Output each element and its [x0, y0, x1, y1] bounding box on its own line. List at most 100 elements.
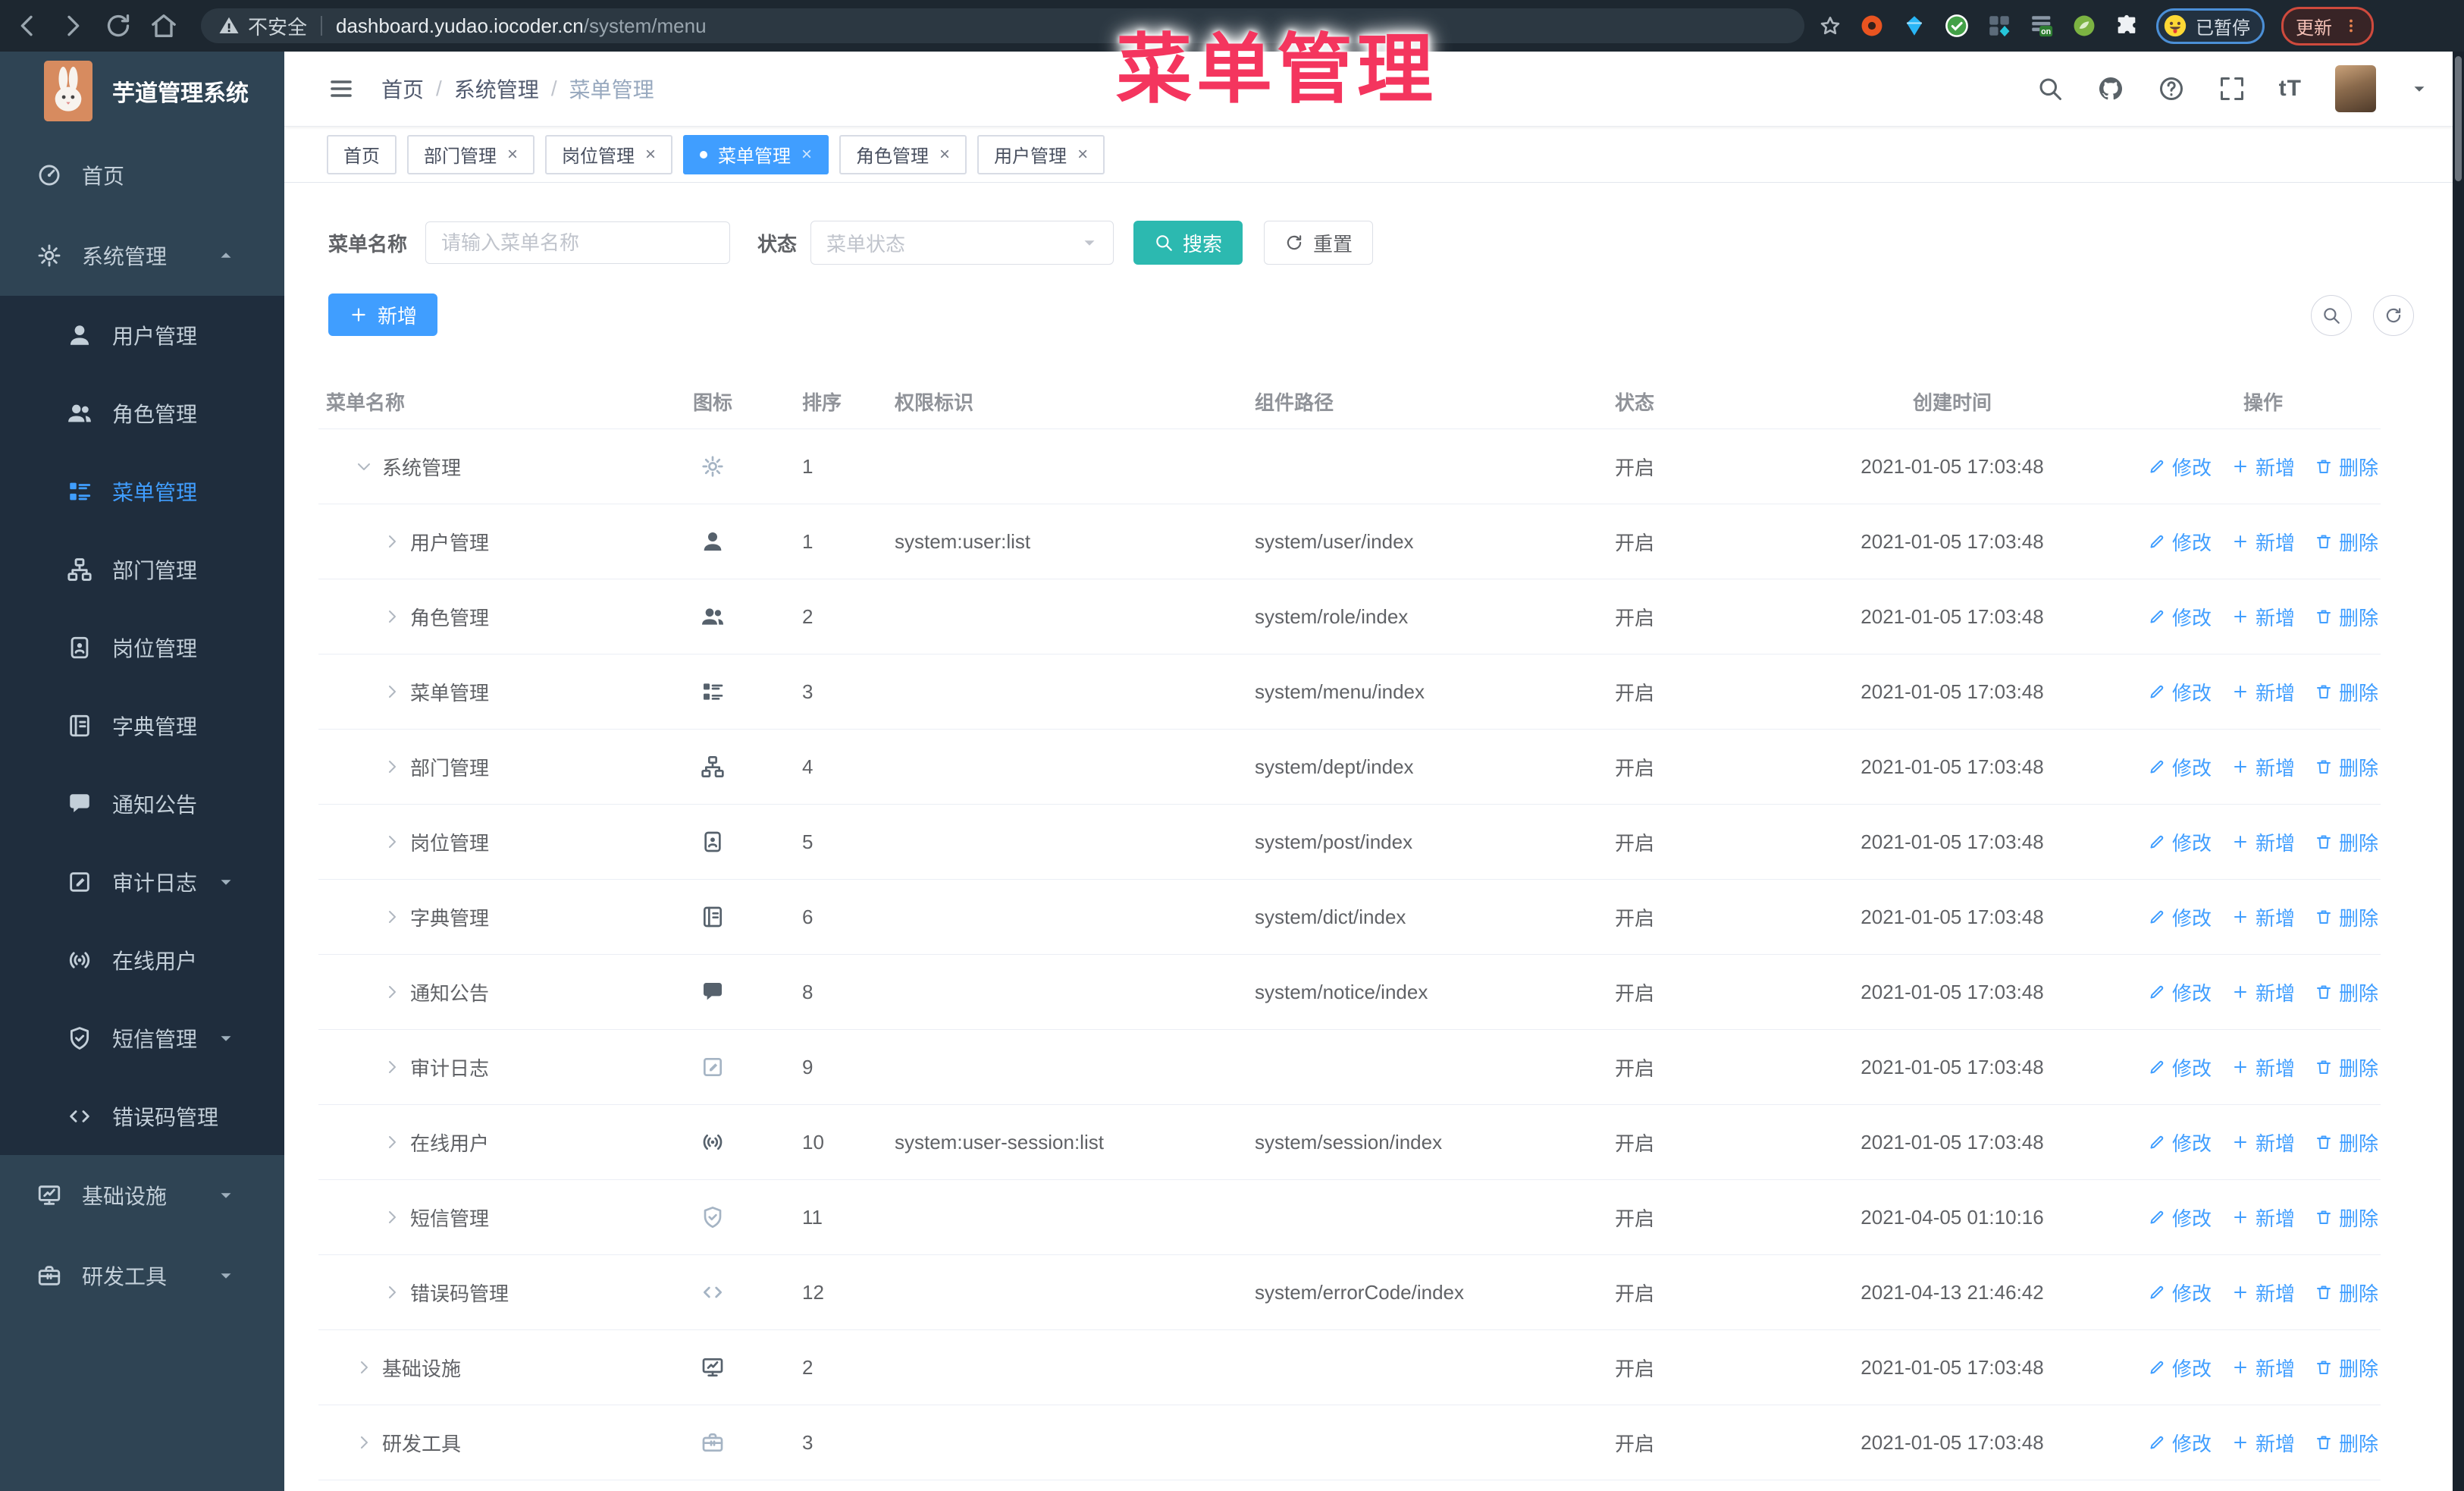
sidebar-item-6[interactable]: 部门管理 [0, 530, 284, 608]
update-button[interactable]: 更新 [2281, 6, 2374, 46]
delete-link[interactable]: 删除 [2315, 678, 2378, 706]
tab-close-icon[interactable]: × [939, 145, 950, 164]
sidebar-item-1[interactable]: 首页 [0, 135, 284, 215]
delete-link[interactable]: 删除 [2315, 828, 2378, 856]
add-link[interactable]: 新增 [2231, 1279, 2295, 1307]
refresh-table-button[interactable] [2373, 295, 2414, 336]
reset-button[interactable]: 重置 [1264, 221, 1374, 265]
blue-gem-extension-icon[interactable] [1901, 13, 1927, 39]
expand-row-icon[interactable] [383, 983, 401, 1001]
expand-row-icon[interactable] [383, 683, 401, 701]
edit-link[interactable]: 修改 [2148, 903, 2212, 931]
edit-link[interactable]: 修改 [2148, 1354, 2212, 1382]
edit-link[interactable]: 修改 [2148, 603, 2212, 631]
edit-link[interactable]: 修改 [2148, 678, 2212, 706]
tab-1[interactable]: 首页 [327, 134, 397, 174]
edit-link[interactable]: 修改 [2148, 528, 2212, 556]
tab-close-icon[interactable]: × [507, 145, 518, 164]
sidebar-item-15[interactable]: 研发工具 [0, 1235, 284, 1316]
delete-link[interactable]: 删除 [2315, 1053, 2378, 1081]
status-select[interactable]: 菜单状态 [810, 221, 1114, 265]
paused-badge[interactable]: 已暂停 [2156, 8, 2265, 44]
tab-4[interactable]: 菜单管理 × [683, 134, 829, 174]
edit-link[interactable]: 修改 [2148, 1128, 2212, 1157]
search-icon[interactable] [2036, 75, 2064, 102]
edit-link[interactable]: 修改 [2148, 1429, 2212, 1457]
add-button[interactable]: 新增 [328, 293, 438, 336]
tab-5[interactable]: 角色管理 × [839, 134, 967, 174]
add-link[interactable]: 新增 [2231, 1429, 2295, 1457]
expand-row-icon[interactable] [383, 758, 401, 776]
delete-link[interactable]: 删除 [2315, 978, 2378, 1006]
home-icon[interactable] [149, 11, 179, 41]
delete-link[interactable]: 删除 [2315, 903, 2378, 931]
github-icon[interactable] [2097, 75, 2124, 102]
add-link[interactable]: 新增 [2231, 978, 2295, 1006]
tampermonkey-on-extension-icon[interactable]: on [2029, 13, 2055, 39]
collapse-row-icon[interactable] [355, 457, 373, 476]
logo-row[interactable]: 芋道管理系统 [0, 52, 284, 130]
edit-link[interactable]: 修改 [2148, 1204, 2212, 1232]
add-link[interactable]: 新增 [2231, 1354, 2295, 1382]
expand-row-icon[interactable] [383, 1133, 401, 1151]
delete-link[interactable]: 删除 [2315, 1204, 2378, 1232]
add-link[interactable]: 新增 [2231, 603, 2295, 631]
tab-2[interactable]: 部门管理 × [407, 134, 535, 174]
add-link[interactable]: 新增 [2231, 1204, 2295, 1232]
sidebar-item-7[interactable]: 岗位管理 [0, 608, 284, 686]
add-link[interactable]: 新增 [2231, 753, 2295, 781]
tab-close-icon[interactable]: × [645, 145, 656, 164]
sidebar-item-3[interactable]: 用户管理 [0, 296, 284, 374]
expand-row-icon[interactable] [383, 532, 401, 551]
tab-close-icon[interactable]: × [801, 145, 812, 164]
reload-icon[interactable] [103, 11, 133, 41]
expand-row-icon[interactable] [383, 1058, 401, 1076]
add-link[interactable]: 新增 [2231, 903, 2295, 931]
back-icon[interactable] [12, 11, 42, 41]
expand-row-icon[interactable] [355, 1433, 373, 1452]
add-link[interactable]: 新增 [2231, 1053, 2295, 1081]
expand-row-icon[interactable] [383, 1208, 401, 1226]
tab-6[interactable]: 用户管理 × [977, 134, 1105, 174]
delete-link[interactable]: 删除 [2315, 753, 2378, 781]
vertical-scrollbar[interactable] [2453, 52, 2464, 1491]
collapse-sidebar-icon[interactable] [327, 75, 356, 102]
delete-link[interactable]: 删除 [2315, 1279, 2378, 1307]
edit-link[interactable]: 修改 [2148, 978, 2212, 1006]
sidebar-item-14[interactable]: 基础设施 [0, 1155, 284, 1235]
orange-circle-extension-icon[interactable] [1859, 13, 1885, 39]
bookmark-star-icon[interactable] [1818, 14, 1842, 38]
add-link[interactable]: 新增 [2231, 1128, 2295, 1157]
chevron-down-icon[interactable] [2409, 79, 2429, 99]
green-check-extension-icon[interactable] [1944, 13, 1970, 39]
add-link[interactable]: 新增 [2231, 528, 2295, 556]
edit-link[interactable]: 修改 [2148, 1053, 2212, 1081]
sidebar-item-12[interactable]: 短信管理 [0, 999, 284, 1077]
add-link[interactable]: 新增 [2231, 828, 2295, 856]
scrollbar-thumb[interactable] [2455, 56, 2462, 181]
fullscreen-icon[interactable] [2218, 75, 2246, 102]
show-search-toggle-button[interactable] [2311, 295, 2352, 336]
font-size-icon[interactable]: tT [2279, 76, 2302, 102]
delete-link[interactable]: 删除 [2315, 1128, 2378, 1157]
add-link[interactable]: 新增 [2231, 678, 2295, 706]
delete-link[interactable]: 删除 [2315, 1354, 2378, 1382]
search-button[interactable]: 搜索 [1133, 221, 1243, 265]
delete-link[interactable]: 删除 [2315, 528, 2378, 556]
edit-link[interactable]: 修改 [2148, 1279, 2212, 1307]
avatar[interactable] [2335, 65, 2376, 112]
tab-close-icon[interactable]: × [1077, 145, 1088, 164]
breadcrumb-item[interactable]: 系统管理 [454, 74, 539, 104]
sidebar-item-8[interactable]: 字典管理 [0, 686, 284, 764]
sidebar-item-10[interactable]: 审计日志 [0, 843, 284, 921]
tab-3[interactable]: 岗位管理 × [545, 134, 673, 174]
sidebar-item-4[interactable]: 角色管理 [0, 374, 284, 452]
menu-name-input[interactable] [425, 221, 731, 264]
expand-row-icon[interactable] [383, 908, 401, 926]
breadcrumb-item[interactable]: 首页 [381, 74, 424, 104]
help-icon[interactable] [2158, 75, 2185, 102]
sidebar-item-2[interactable]: 系统管理 [0, 215, 284, 296]
sidebar-item-13[interactable]: 错误码管理 [0, 1077, 284, 1155]
grid-gem-extension-icon[interactable] [1986, 13, 2012, 39]
expand-row-icon[interactable] [383, 1283, 401, 1301]
